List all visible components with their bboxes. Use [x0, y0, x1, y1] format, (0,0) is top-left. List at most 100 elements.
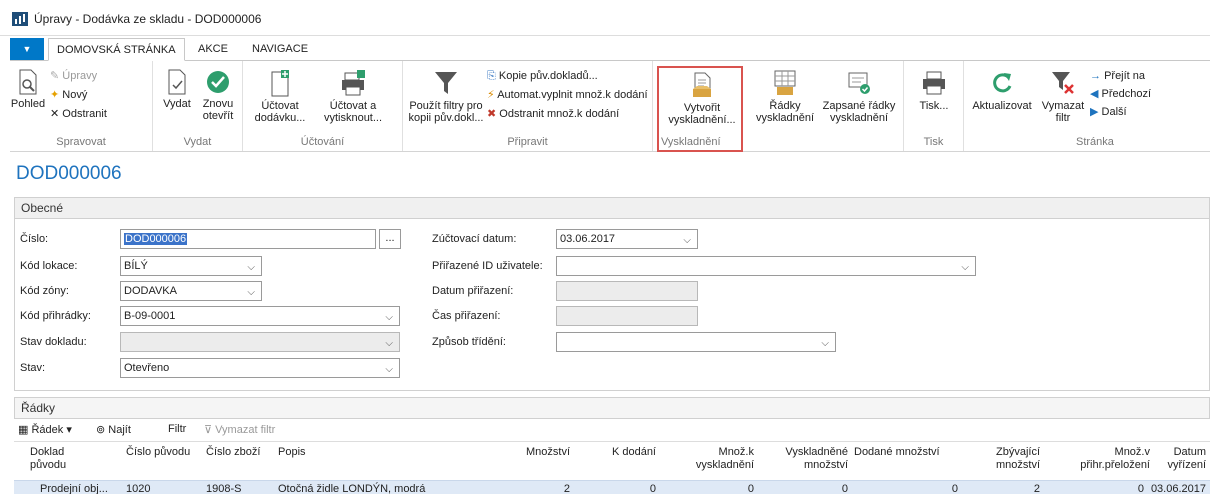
general-section-header[interactable]: Obecné — [14, 197, 1210, 219]
copy-source-docs-button[interactable]: ⎘ Kopie pův.dokladů... — [487, 69, 598, 83]
cell-popis: Otočná židle LONDÝN, modrá — [278, 483, 426, 494]
kod-prihradky-field[interactable]: B-09-0001 ⌵ — [120, 306, 400, 326]
cislo-assist-button[interactable]: ... — [379, 229, 401, 249]
col-cislo-zbozi[interactable]: Číslo zboží — [206, 446, 260, 459]
cell-dodane: 0 — [951, 483, 958, 494]
prirazene-id-field[interactable]: ⌵ — [556, 256, 976, 276]
registered-pick-lines-button[interactable]: Zapsané řádky vyskladnění — [819, 69, 899, 124]
stav-dokladu-label: Stav dokladu: — [20, 336, 87, 348]
col-mnoz-k-vyskladneni[interactable]: Množ.k vyskladnění — [666, 446, 754, 472]
col-zbyvajici[interactable]: Zbývající množství — [964, 446, 1040, 472]
group-label-pripravit: Připravit — [507, 136, 548, 148]
clear-filter-label-2: filtr — [1055, 112, 1071, 124]
col-zbyvajici-2: množství — [995, 459, 1040, 471]
window-title: Úpravy - Dodávka ze skladu - DOD000006 — [34, 12, 262, 26]
new-button[interactable]: ✦ Nový — [50, 88, 87, 102]
cell-mnozstvi: 2 — [563, 483, 570, 494]
col-popis[interactable]: Popis — [278, 446, 306, 459]
previous-label: Předchozí — [1101, 88, 1152, 100]
lines-section-header[interactable]: Řádky — [14, 397, 1210, 419]
autofill-qty-button[interactable]: ⚡ Automat.vyplnit množ.k dodání — [487, 88, 648, 102]
create-pick-button[interactable]: Vytvořit vyskladnění... — [663, 71, 741, 126]
find-button[interactable]: ⊚ Najít — [96, 423, 131, 436]
col-vyskladnene[interactable]: Vyskladněné množství — [764, 446, 848, 472]
copy-source-docs-label: Kopie pův.dokladů... — [498, 70, 598, 82]
title-bar: Úpravy - Dodávka ze skladu - DOD000006 — [0, 0, 1210, 36]
zpusob-trideni-label: Způsob třídění: — [432, 336, 506, 348]
apply-filters-label-2: kopii pův.dokl... — [408, 112, 484, 124]
stav-field[interactable]: Otevřeno ⌵ — [120, 358, 400, 378]
clear-filter-icon: ⊽ — [204, 424, 213, 436]
col-mnozstvi[interactable]: Množství — [484, 446, 570, 459]
pick-lines-icon — [774, 70, 796, 95]
cell-zbyvajici: 2 — [1033, 483, 1040, 494]
group-label-stranka: Stránka — [1076, 136, 1114, 148]
group-label-vyskladneni: Vyskladnění — [661, 136, 721, 148]
chevron-down-icon: ⌵ — [247, 262, 255, 273]
view-button[interactable]: Pohled — [10, 69, 46, 110]
edit-button[interactable]: ✎ Úpravy — [50, 69, 97, 83]
cislo-label: Číslo: — [20, 233, 49, 245]
chevron-down-icon: ⌵ — [385, 338, 393, 349]
release-button[interactable]: Vydat — [159, 69, 195, 110]
cell-cislo-zbozi: 1908-S — [206, 483, 242, 494]
create-pick-icon — [693, 72, 711, 97]
clear-filter-button[interactable]: Vymazat filtr — [1040, 69, 1086, 124]
app-menu-button[interactable]: ▼ — [10, 38, 44, 60]
col-mnoz-v-prihr[interactable]: Množ.v přihr.přeložení — [1050, 446, 1150, 472]
registered-pick-label-2: vyskladnění — [829, 112, 889, 124]
group-stranka: Aktualizovat Vymazat filtr → Přejít na ◀… — [964, 61, 1164, 151]
apply-filters-button[interactable]: Použít filtry pro kopii pův.dokl... — [405, 69, 487, 124]
kod-lokace-field[interactable]: BÍLÝ ⌵ — [120, 256, 262, 276]
tab-home[interactable]: DOMOVSKÁ STRÁNKA — [48, 38, 185, 61]
tab-navigation[interactable]: NAVIGACE — [244, 38, 316, 61]
printer-icon — [923, 71, 945, 95]
table-row[interactable]: Prodejní obj... 1020 1908-S Otočná židle… — [14, 480, 1210, 494]
clear-filter-lines-label: Vymazat filtr — [215, 424, 276, 436]
col-datum-1: Datum — [1173, 446, 1206, 458]
col-doklad-puvodu[interactable]: Doklad původu — [30, 446, 66, 472]
triangle-right-icon: ▶ — [1090, 106, 1099, 118]
view-label: Pohled — [10, 98, 46, 110]
post-and-print-button[interactable]: Účtovat a vytisknout... — [315, 69, 391, 124]
post-shipment-button[interactable]: Účtovat dodávku... — [249, 69, 311, 124]
triangle-left-icon: ◀ — [1090, 88, 1099, 100]
ribbon-tabs: ▼ DOMOVSKÁ STRÁNKA AKCE NAVIGACE — [0, 38, 1210, 61]
go-to-button[interactable]: → Přejít na — [1090, 69, 1145, 83]
delete-qty-button[interactable]: ✖ Odstranit množ.k dodání — [487, 107, 619, 121]
zpusob-trideni-field[interactable]: ⌵ — [556, 332, 836, 352]
release-document-icon — [168, 69, 186, 95]
col-cislo-puvodu[interactable]: Číslo původu — [126, 446, 190, 459]
datum-prirazeni-field — [556, 281, 698, 301]
page-title: DOD000006 — [16, 163, 122, 184]
print-button[interactable]: Tisk... — [912, 69, 956, 112]
delete-button[interactable]: ✕ Odstranit — [50, 107, 107, 121]
print-label: Tisk... — [919, 100, 949, 112]
col-mnoz-k-vysk-2: vyskladnění — [695, 459, 754, 471]
binoculars-icon: ⊚ — [96, 424, 106, 436]
reopen-button[interactable]: Znovu otevřít — [197, 69, 239, 122]
tab-actions[interactable]: AKCE — [190, 38, 236, 61]
stav-dokladu-field[interactable]: ⌵ — [120, 332, 400, 352]
col-dodane[interactable]: Dodané množství — [854, 446, 940, 459]
kod-zony-field[interactable]: DODAVKA ⌵ — [120, 281, 262, 301]
line-menu-button[interactable]: ▦ Řádek ▾ — [18, 423, 72, 436]
group-label-tisk: Tisk — [923, 136, 944, 148]
filter-button[interactable]: Filtr — [168, 423, 186, 435]
next-button[interactable]: ▶ Další — [1090, 105, 1127, 119]
zuctovaci-datum-field[interactable]: 03.06.2017 ⌵ — [556, 229, 698, 249]
col-datum-vyrizeni[interactable]: Datum vyřízení — [1150, 446, 1206, 472]
find-label: Najít — [108, 424, 131, 436]
new-label: Nový — [62, 89, 88, 101]
col-k-dodani[interactable]: K dodání — [580, 446, 656, 459]
chevron-down-icon: ⌵ — [385, 312, 393, 323]
group-pripravit: Použít filtry pro kopii pův.dokl... ⎘ Ko… — [403, 61, 653, 151]
pick-lines-button[interactable]: Řádky vyskladnění — [755, 69, 815, 124]
zuctovaci-datum-value: 03.06.2017 — [560, 233, 616, 245]
refresh-button[interactable]: Aktualizovat — [968, 69, 1036, 112]
previous-button[interactable]: ◀ Předchozí — [1090, 87, 1151, 101]
clear-filter-lines-button[interactable]: ⊽ Vymazat filtr — [204, 423, 275, 436]
zuctovaci-datum-label: Zúčtovací datum: — [432, 233, 517, 245]
cislo-field[interactable]: DOD000006 — [120, 229, 376, 249]
col-datum-2: vyřízení — [1167, 459, 1206, 471]
